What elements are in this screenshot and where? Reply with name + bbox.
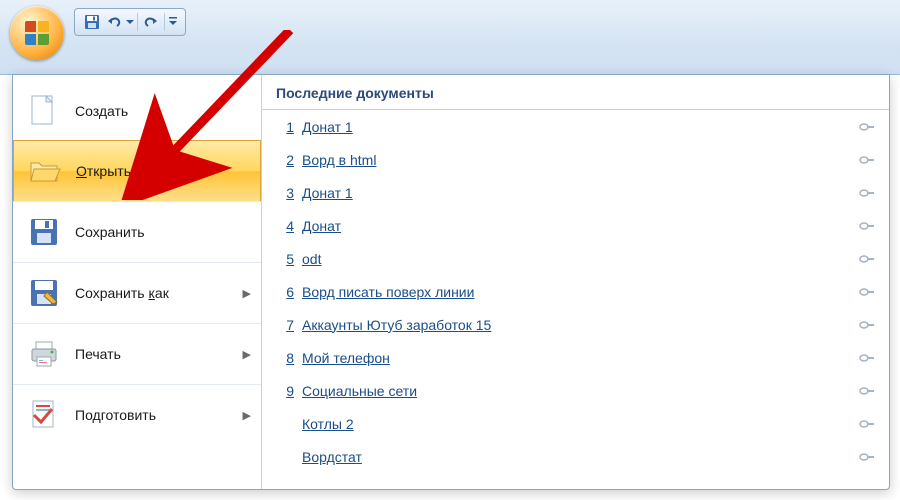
recent-documents-header: Последние документы xyxy=(262,75,889,110)
recent-doc-item[interactable]: 5 odt xyxy=(262,242,889,275)
recent-doc-index: 5 xyxy=(276,251,294,267)
pin-icon[interactable] xyxy=(859,252,875,266)
qat-separator xyxy=(137,13,138,31)
recent-doc-index: 8 xyxy=(276,350,294,366)
qat-save-button[interactable] xyxy=(81,11,103,33)
pin-icon[interactable] xyxy=(859,417,875,431)
pin-icon[interactable] xyxy=(859,450,875,464)
undo-icon xyxy=(106,14,122,30)
cmd-print[interactable]: Печать ▶ xyxy=(13,323,261,384)
cmd-open[interactable]: ООткрытьткрыть xyxy=(13,140,261,202)
recent-doc-index: 2 xyxy=(276,152,294,168)
recent-doc-name: Социальные сети xyxy=(302,383,859,399)
recent-doc-item[interactable]: 6 Ворд писать поверх линии xyxy=(262,275,889,308)
recent-doc-name: odt xyxy=(302,251,859,267)
recent-documents-list: 1Донат 12Ворд в html3Донат 14Донат5odt6В… xyxy=(262,110,889,489)
cmd-label: Сохранить xyxy=(75,224,145,240)
submenu-arrow-icon: ▶ xyxy=(243,409,251,422)
customize-icon xyxy=(168,16,178,28)
pin-icon[interactable] xyxy=(859,351,875,365)
qat-undo-button[interactable] xyxy=(103,11,125,33)
cmd-label: ООткрытьткрыть xyxy=(76,163,131,179)
recent-doc-item[interactable]: 8 Мой телефон xyxy=(262,341,889,374)
cmd-new[interactable]: Создать xyxy=(13,81,261,141)
qat-separator-2 xyxy=(164,13,165,31)
recent-doc-item[interactable]: 7 Аккаунты Ютуб заработок 15 xyxy=(262,308,889,341)
recent-doc-name: Мой телефон xyxy=(302,350,859,366)
new-doc-icon xyxy=(27,94,61,128)
office-menu-commands: Создать ООткрытьткрыть Сохранить Сохрани… xyxy=(13,75,262,489)
recent-doc-item[interactable]: 3 Донат 1 xyxy=(262,176,889,209)
quick-access-toolbar xyxy=(74,8,186,36)
prepare-icon xyxy=(27,398,61,432)
pin-icon[interactable] xyxy=(859,384,875,398)
submenu-arrow-icon: ▶ xyxy=(243,287,251,300)
redo-icon xyxy=(143,14,159,30)
office-button[interactable] xyxy=(10,6,64,60)
pin-icon[interactable] xyxy=(859,120,875,134)
recent-doc-item[interactable]: Вордстат xyxy=(262,440,889,473)
print-icon xyxy=(27,337,61,371)
titlebar xyxy=(0,0,900,75)
open-folder-icon xyxy=(28,154,62,188)
recent-doc-name: Ворд в html xyxy=(302,152,859,168)
recent-doc-index: 1 xyxy=(276,119,294,135)
qat-undo-dropdown[interactable] xyxy=(125,11,135,33)
cmd-label: Печать xyxy=(75,346,121,362)
recent-doc-item[interactable]: Котлы 2 xyxy=(262,407,889,440)
pin-icon[interactable] xyxy=(859,285,875,299)
recent-doc-name: Вордстат xyxy=(302,449,859,465)
office-menu-panel: Создать ООткрытьткрыть Сохранить Сохрани… xyxy=(12,74,890,490)
cmd-label: Подготовить xyxy=(75,407,156,423)
recent-doc-name: Ворд писать поверх линии xyxy=(302,284,859,300)
cmd-save[interactable]: Сохранить xyxy=(13,201,261,262)
save-as-icon xyxy=(27,276,61,310)
recent-doc-name: Аккаунты Ютуб заработок 15 xyxy=(302,317,859,333)
save-icon xyxy=(27,215,61,249)
recent-doc-index: 7 xyxy=(276,317,294,333)
chevron-down-icon xyxy=(126,18,134,26)
recent-doc-item[interactable]: 9 Социальные сети xyxy=(262,374,889,407)
recent-doc-name: Донат xyxy=(302,218,859,234)
cmd-label: Сохранить как xyxy=(75,285,169,301)
recent-doc-item[interactable]: 1 Донат 1 xyxy=(262,110,889,143)
office-logo-icon xyxy=(25,21,49,45)
recent-doc-name: Котлы 2 xyxy=(302,416,859,432)
pin-icon[interactable] xyxy=(859,153,875,167)
submenu-arrow-icon: ▶ xyxy=(243,348,251,361)
recent-doc-item[interactable]: 2 Ворд в html xyxy=(262,143,889,176)
pin-icon[interactable] xyxy=(859,186,875,200)
recent-doc-index: 6 xyxy=(276,284,294,300)
cmd-save-as[interactable]: Сохранить как ▶ xyxy=(13,262,261,323)
recent-doc-name: Донат 1 xyxy=(302,119,859,135)
qat-customize[interactable] xyxy=(167,11,179,33)
recent-documents-pane: Последние документы 1 Донат 1 2 Ворд в html… xyxy=(262,75,889,489)
recent-doc-item[interactable]: 4 Донат xyxy=(262,209,889,242)
recent-doc-index: 9 xyxy=(276,383,294,399)
recent-doc-name: Донат 1 xyxy=(302,185,859,201)
recent-doc-index: 3 xyxy=(276,185,294,201)
cmd-prepare[interactable]: Подготовить ▶ xyxy=(13,384,261,445)
cmd-label: Создать xyxy=(75,103,128,119)
pin-icon[interactable] xyxy=(859,318,875,332)
pin-icon[interactable] xyxy=(859,219,875,233)
qat-redo-button[interactable] xyxy=(140,11,162,33)
save-icon xyxy=(84,14,100,30)
recent-doc-index: 4 xyxy=(276,218,294,234)
